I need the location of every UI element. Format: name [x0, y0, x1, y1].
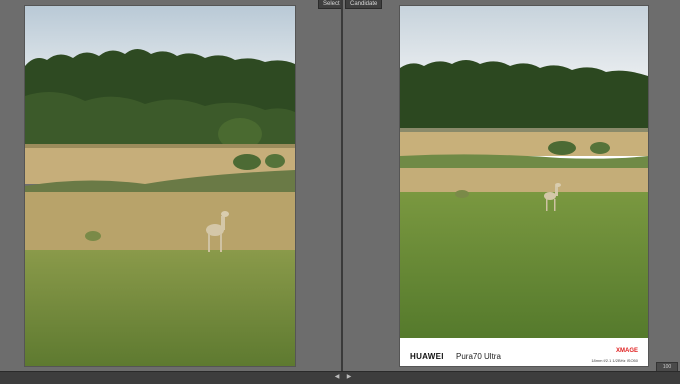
watermark-xmage-logo: XMAGE: [615, 348, 638, 354]
select-photo[interactable]: [25, 6, 295, 366]
triangle-right-icon[interactable]: ▶: [345, 374, 353, 381]
triangle-left-icon[interactable]: ◀: [333, 374, 341, 381]
watermark-exif: 18mm f/2.1 1/2BHz ISO50: [591, 358, 638, 363]
deer-meadow-image: [25, 6, 295, 366]
camera-watermark-bar: HUAWEI Pura70 Ultra XMAGE 18mm f/2.1 1/2…: [400, 338, 648, 366]
watermark-model: Pura70 Ultra: [456, 352, 501, 361]
candidate-photo[interactable]: HUAWEI Pura70 Ultra XMAGE 18mm f/2.1 1/2…: [400, 6, 648, 366]
select-pane[interactable]: Select: [0, 0, 345, 371]
candidate-pane-label: Candidate: [345, 0, 383, 9]
deer-meadow-image: [400, 6, 648, 338]
watermark-brand: HUAWEI: [410, 352, 444, 361]
bottom-status-bar: ◀ ▶: [0, 371, 680, 384]
